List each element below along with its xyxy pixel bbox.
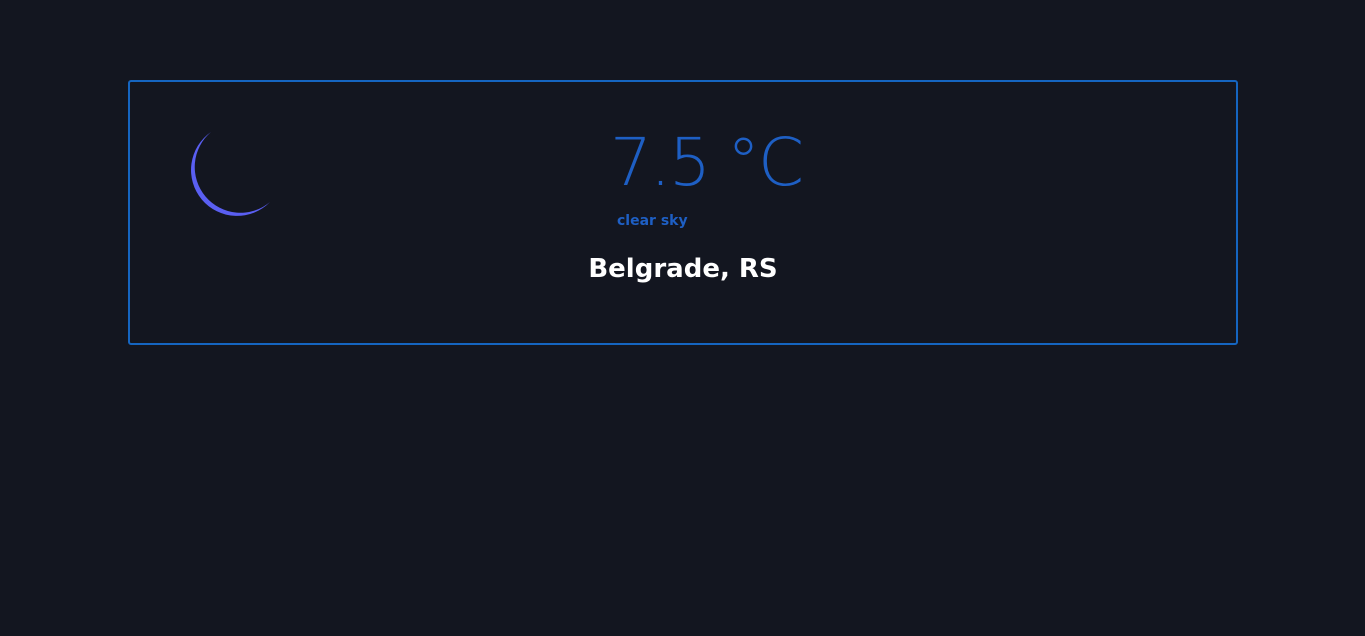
location-label: Belgrade, RS [588, 254, 778, 284]
weather-description: clear sky [617, 213, 688, 229]
temperature-display: 7.5 °C [610, 130, 804, 196]
weather-card: 7.5 °C clear sky Belgrade, RS [128, 80, 1238, 345]
moon-icon [182, 130, 274, 224]
temperature-value: 7.5 [610, 124, 711, 201]
temperature-unit: °C [726, 124, 804, 201]
